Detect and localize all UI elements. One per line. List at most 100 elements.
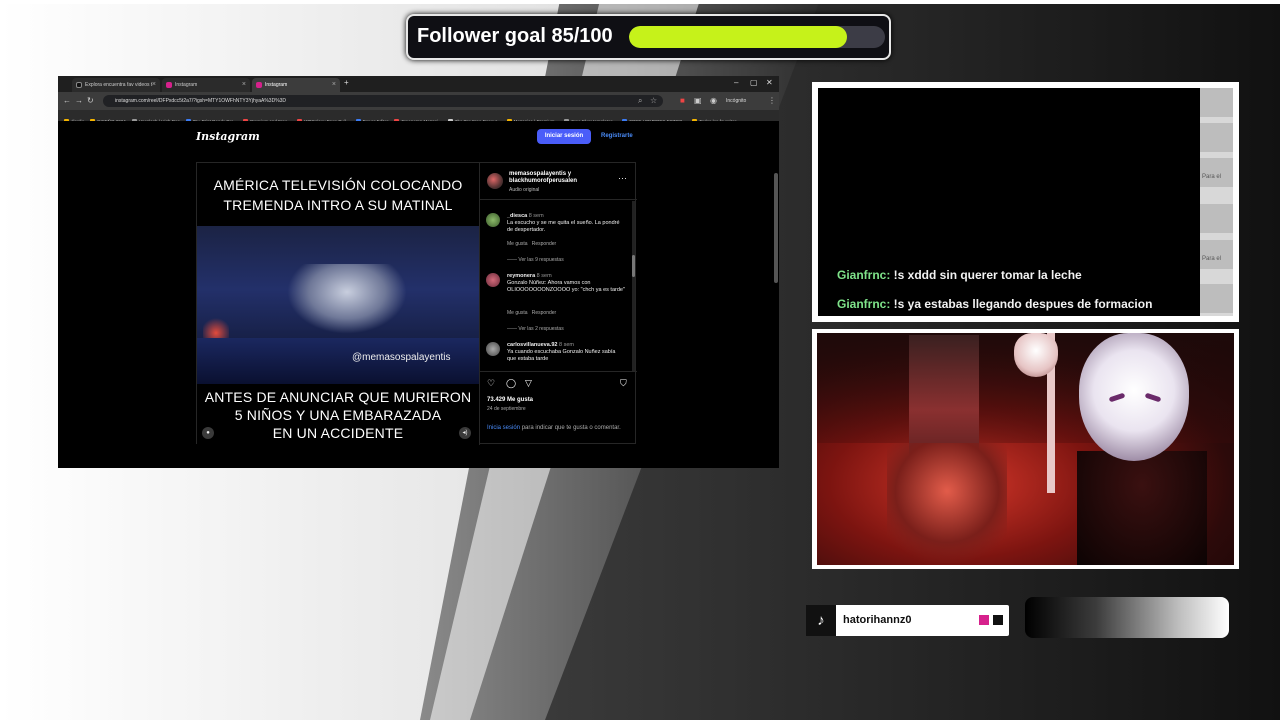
- search-icon[interactable]: ⌕: [638, 96, 642, 106]
- view-replies-link[interactable]: —— Ver las 9 respuestas: [507, 257, 564, 263]
- browser-window-capture: Explora encuentra fav videos t × Instagr…: [58, 76, 779, 468]
- close-tab-icon[interactable]: ×: [332, 78, 336, 92]
- tab-instagram[interactable]: Instagram ×: [162, 78, 250, 92]
- page-scrollbar[interactable]: [774, 173, 778, 283]
- strip-cell: Para el: [1200, 240, 1233, 272]
- bookmarks-bar: diseñoDISEÑO 2024Unsplash | High Res85+ …: [58, 110, 779, 121]
- extensions-puzzle-icon[interactable]: ▣: [694, 96, 702, 105]
- reel-video[interactable]: AMÉRICA TELEVISIÓN COLOCANDO TREMENDA IN…: [197, 163, 479, 445]
- chat-side-strip: Para el Para el: [1200, 88, 1233, 316]
- like-heart-icon[interactable]: ♡: [487, 378, 495, 389]
- commenter-avatar[interactable]: [486, 273, 500, 287]
- chat-area: Gianfrnc: !s xddd sin querer tomar la le…: [818, 88, 1200, 316]
- profile-icon[interactable]: ◉: [710, 96, 717, 105]
- video-frame: @memasospalayentis: [197, 226, 479, 384]
- video-watermark: @memasospalayentis: [352, 352, 451, 363]
- comment-like-link[interactable]: Me gusta: [507, 310, 528, 316]
- address-bar[interactable]: instagram.com/reel/DFPxdcc5t2a7/?igsh=MT…: [103, 95, 663, 107]
- tiktok-favicon-icon: [76, 82, 82, 88]
- comment-text: Ya cuando escuchaba Gonzalo Nuñez sabía …: [507, 349, 616, 362]
- comment-like-link[interactable]: Me gusta: [507, 241, 528, 247]
- stream-overlay: Follower goal 85/100 Explora encuentra f…: [0, 0, 1280, 720]
- gradient-panel: [1025, 597, 1229, 638]
- register-link[interactable]: Registrarte: [601, 129, 633, 144]
- close-tab-icon[interactable]: ×: [242, 78, 246, 92]
- login-hint: Inicia sesión para indicar que te gusta …: [487, 424, 627, 432]
- reload-icon[interactable]: ↻: [87, 96, 94, 105]
- menu-kebab-icon[interactable]: ⋮: [768, 96, 776, 105]
- author-avatar[interactable]: [487, 173, 503, 189]
- new-tab-button[interactable]: +: [344, 78, 349, 87]
- chat-message: Gianfrnc: !s ya estabas llegando despues…: [837, 297, 1152, 311]
- video-caption-bottom-line-1: ANTES DE ANUNCIAR QUE MURIERON: [204, 389, 472, 405]
- maximize-button[interactable]: ▢: [750, 78, 758, 87]
- follower-goal-label: Follower goal 85/100: [417, 25, 613, 47]
- view-replies-link[interactable]: —— Ver las 2 respuestas: [507, 326, 564, 332]
- star-icon[interactable]: ☆: [650, 96, 657, 105]
- bookmark-icon[interactable]: ⛉: [620, 378, 627, 389]
- chat-panel: Gianfrnc: !s xddd sin querer tomar la le…: [812, 82, 1239, 322]
- post-actions: ♡ ◯ ▽ ⛉ 73.429 Me gusta 24 de septiembre…: [480, 371, 637, 445]
- back-icon[interactable]: ←: [63, 96, 71, 105]
- comments-scrollbar[interactable]: [632, 201, 635, 371]
- commenter-avatar[interactable]: [486, 213, 500, 227]
- user-tag-icon[interactable]: ●: [202, 427, 214, 439]
- video-caption-bottom-line-2: 5 NIÑOS Y UNA EMBARAZADA: [234, 407, 442, 423]
- incognito-badge[interactable]: Incógnito: [726, 95, 746, 107]
- commenter-avatar[interactable]: [486, 342, 500, 356]
- comment-user[interactable]: reymonera: [507, 273, 535, 279]
- accent-square: [979, 615, 989, 625]
- strip-cell: Para el: [1200, 158, 1233, 190]
- close-tab-icon[interactable]: ×: [152, 78, 156, 92]
- post-date: 24 de septiembre: [487, 406, 526, 412]
- tab-instagram-active[interactable]: Instagram ×: [252, 78, 340, 92]
- comment-text: La escucho y se me quita el sueño. La po…: [507, 220, 620, 233]
- tab-explore[interactable]: Explora encuentra fav videos t ×: [72, 78, 160, 92]
- streamer-kitsune-mask: [1079, 333, 1189, 461]
- webcam-frame: [812, 329, 1239, 569]
- dj-figure: [287, 264, 407, 334]
- volume-icon[interactable]: ◂): [459, 427, 471, 439]
- post-header: memasospalayentis y blackhumorofperusale…: [480, 163, 637, 200]
- chat-message: Gianfrnc: !s xddd sin querer tomar la le…: [837, 268, 1082, 282]
- chat-text: !s xddd sin querer tomar la leche: [890, 268, 1082, 282]
- follower-goal-widget: Follower goal 85/100: [406, 14, 891, 60]
- streamer-body: [1077, 451, 1207, 565]
- extension-icon[interactable]: ■: [680, 96, 685, 105]
- social-handle-bar: ♪ hatorihannz0: [806, 605, 1009, 636]
- login-hint-link[interactable]: Inicia sesión: [487, 425, 520, 431]
- webcam-figurines: [887, 443, 1007, 563]
- login-hint-text: para indicar que te gusta o comentar.: [520, 425, 621, 431]
- comment-user[interactable]: _diesca: [507, 213, 527, 219]
- comment-bubble-icon[interactable]: ◯: [506, 378, 516, 389]
- follower-goal-progress-track: [629, 26, 885, 48]
- comment-text: Gonzalo Núñez: Ahora vamos con OLIOOOOOO…: [507, 280, 625, 293]
- comments-scrollbar-thumb[interactable]: [632, 255, 635, 277]
- tab-title: Instagram: [265, 82, 288, 88]
- video-caption-top-line-2: TREMENDA INTRO A SU MATINAL: [223, 197, 453, 213]
- comment-time: 8 sem: [536, 273, 552, 279]
- more-options-icon[interactable]: ···: [618, 173, 627, 183]
- webcam-view: [817, 333, 1234, 565]
- comment-reply-link[interactable]: Responder: [532, 241, 556, 247]
- accent-square: [993, 615, 1003, 625]
- share-send-icon[interactable]: ▽: [525, 378, 532, 389]
- likes-count[interactable]: 73.429 Me gusta: [487, 397, 533, 403]
- close-window-button[interactable]: ✕: [766, 78, 773, 87]
- tab-title: Explora encuentra fav videos t: [85, 82, 153, 88]
- tab-title: Instagram: [175, 82, 198, 88]
- video-caption-top-line-1: AMÉRICA TELEVISIÓN COLOCANDO: [213, 177, 463, 193]
- comment-user[interactable]: carlosvillanueva.92: [507, 342, 557, 348]
- audio-label[interactable]: Audio original: [509, 187, 539, 193]
- login-button[interactable]: Iniciar sesión: [537, 129, 591, 144]
- comment-reply-link[interactable]: Responder: [532, 310, 556, 316]
- post-sidebar: memasospalayentis y blackhumorofperusale…: [479, 163, 637, 445]
- minimize-button[interactable]: –: [734, 78, 738, 87]
- reel-post: AMÉRICA TELEVISIÓN COLOCANDO TREMENDA IN…: [196, 162, 637, 445]
- instagram-logo[interactable]: Instagram: [196, 130, 260, 143]
- strip-cell: [1200, 284, 1233, 316]
- post-authors[interactable]: memasospalayentis y blackhumorofperusale…: [509, 171, 609, 185]
- forward-icon[interactable]: →: [75, 96, 83, 105]
- comments-list: _diesca 8 sem La escucho y se me quita el…: [480, 201, 630, 371]
- social-handle: hatorihannz0: [843, 614, 912, 626]
